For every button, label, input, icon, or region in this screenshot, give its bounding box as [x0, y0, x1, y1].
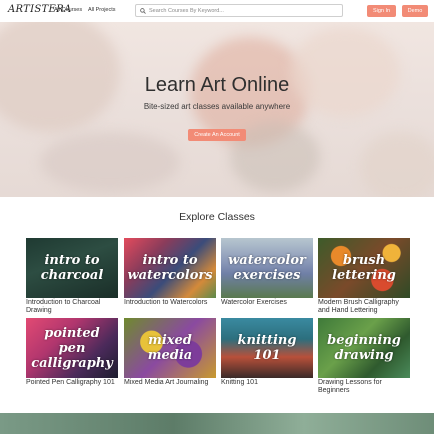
course-thumbnail-text: mixed media [147, 333, 193, 363]
course-card-mixed-media[interactable]: mixed media Mixed Media Art Journaling [124, 318, 216, 387]
course-thumbnail[interactable]: pointed pen calligraphy [26, 318, 118, 378]
course-title[interactable]: Introduction to Watercolors [124, 299, 216, 307]
course-title[interactable]: Pointed Pen Calligraphy 101 [26, 379, 118, 387]
course-card-pointed-pen[interactable]: pointed pen calligraphy Pointed Pen Call… [26, 318, 118, 387]
hero-title: Learn Art Online [144, 74, 290, 96]
course-thumbnail[interactable]: knitting 101 [221, 318, 313, 378]
search-box[interactable] [135, 4, 343, 17]
explore-classes-heading: Explore Classes [179, 211, 255, 223]
course-card-knitting[interactable]: knitting 101 Knitting 101 [221, 318, 313, 387]
top-navigation-bar: ARTISTERA All Courses All Projects Sign … [0, 0, 434, 22]
course-title[interactable]: Modern Brush Calligraphy and Hand Letter… [318, 299, 410, 314]
course-thumbnail-text: brush lettering [332, 253, 396, 283]
course-card-charcoal[interactable]: intro to charcoal Introduction to Charco… [26, 238, 118, 314]
course-thumbnail-text: intro to charcoal [40, 253, 104, 283]
course-title[interactable]: Mixed Media Art Journaling [124, 379, 216, 387]
hero-background-art [360, 132, 434, 197]
course-thumbnail-text: watercolor exercises [228, 253, 306, 283]
hero-banner: Learn Art Online Bite-sized art classes … [0, 22, 434, 197]
nav-all-courses[interactable]: All Courses [54, 7, 82, 13]
course-thumbnail[interactable]: watercolor exercises [221, 238, 313, 298]
course-thumbnail[interactable]: mixed media [124, 318, 216, 378]
course-card-brush-lettering[interactable]: brush lettering Modern Brush Calligraphy… [318, 238, 410, 314]
course-card-watercolors[interactable]: intro to watercolors Introduction to Wat… [124, 238, 216, 307]
course-thumbnail-text: beginning drawing [327, 333, 401, 363]
demo-button[interactable]: Demo [402, 5, 428, 17]
course-title[interactable]: Introduction to Charcoal Drawing [26, 299, 118, 314]
course-thumbnail[interactable]: intro to watercolors [124, 238, 216, 298]
create-account-button[interactable]: Create An Account [188, 129, 246, 141]
course-thumbnail[interactable]: intro to charcoal [26, 238, 118, 298]
hero-subtitle: Bite-sized art classes available anywher… [143, 102, 291, 111]
course-card-beginning-drawing[interactable]: beginning drawing Drawing Lessons for Be… [318, 318, 410, 394]
course-thumbnail-text: knitting 101 [237, 333, 297, 363]
course-title[interactable]: Watercolor Exercises [221, 299, 313, 307]
course-thumbnail-text: pointed pen calligraphy [31, 325, 113, 371]
course-title[interactable]: Drawing Lessons for Beginners [318, 379, 410, 394]
course-thumbnail[interactable]: brush lettering [318, 238, 410, 298]
course-title[interactable]: Knitting 101 [221, 379, 313, 387]
footer-banner-image [0, 413, 434, 434]
search-input[interactable] [149, 7, 334, 14]
course-thumbnail-text: intro to watercolors [127, 253, 213, 283]
sign-in-button[interactable]: Sign In [367, 5, 396, 17]
nav-all-projects[interactable]: All Projects [88, 7, 116, 13]
course-card-watercolor-exercises[interactable]: watercolor exercises Watercolor Exercise… [221, 238, 313, 307]
search-icon [140, 7, 146, 14]
course-thumbnail[interactable]: beginning drawing [318, 318, 410, 378]
hero-background-art [40, 132, 180, 192]
